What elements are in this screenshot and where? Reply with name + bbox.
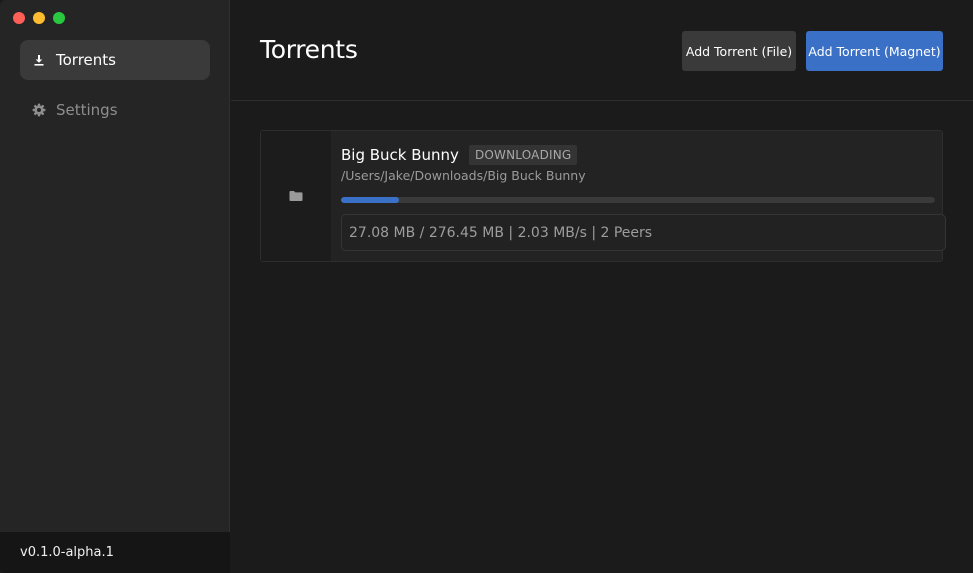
torrent-stats: 27.08 MB / 276.45 MB | 2.03 MB/s | 2 Pee… [341, 214, 946, 251]
add-torrent-magnet-button[interactable]: Add Torrent (Magnet) [806, 31, 943, 71]
main-content: Torrents Add Torrent (File) Add Torrent … [231, 0, 973, 573]
progress-bar [341, 197, 935, 203]
torrent-name: Big Buck Bunny [341, 146, 459, 164]
gear-icon [32, 103, 46, 117]
folder-icon [289, 187, 303, 206]
torrent-title-row: Big Buck Bunny DOWNLOADING [341, 145, 578, 165]
app-window: Torrents Settings v0.1.0-alpha.1 Torrent… [0, 0, 973, 573]
progress-fill [341, 197, 400, 203]
minimize-window-button[interactable] [33, 12, 45, 24]
page-header: Torrents Add Torrent (File) Add Torrent … [231, 0, 973, 101]
sidebar-nav: Torrents Settings [20, 40, 210, 140]
window-controls [13, 12, 65, 24]
sidebar-item-label: Torrents [56, 51, 116, 69]
download-icon [32, 53, 46, 67]
sidebar: Torrents Settings v0.1.0-alpha.1 [0, 0, 230, 573]
torrent-item[interactable]: Big Buck Bunny DOWNLOADING /Users/Jake/D… [260, 130, 946, 262]
sidebar-item-label: Settings [56, 101, 118, 119]
maximize-window-button[interactable] [53, 12, 65, 24]
close-window-button[interactable] [13, 12, 25, 24]
status-badge: DOWNLOADING [468, 145, 578, 165]
sidebar-item-torrents[interactable]: Torrents [20, 40, 210, 80]
add-torrent-file-button[interactable]: Add Torrent (File) [682, 31, 796, 71]
version-label: v0.1.0-alpha.1 [0, 532, 230, 573]
page-title: Torrents [260, 35, 358, 64]
torrent-details: Big Buck Bunny DOWNLOADING /Users/Jake/D… [331, 131, 946, 261]
torrent-thumbnail [261, 131, 331, 261]
sidebar-item-settings[interactable]: Settings [20, 90, 210, 130]
torrent-path: /Users/Jake/Downloads/Big Buck Bunny [341, 168, 586, 183]
